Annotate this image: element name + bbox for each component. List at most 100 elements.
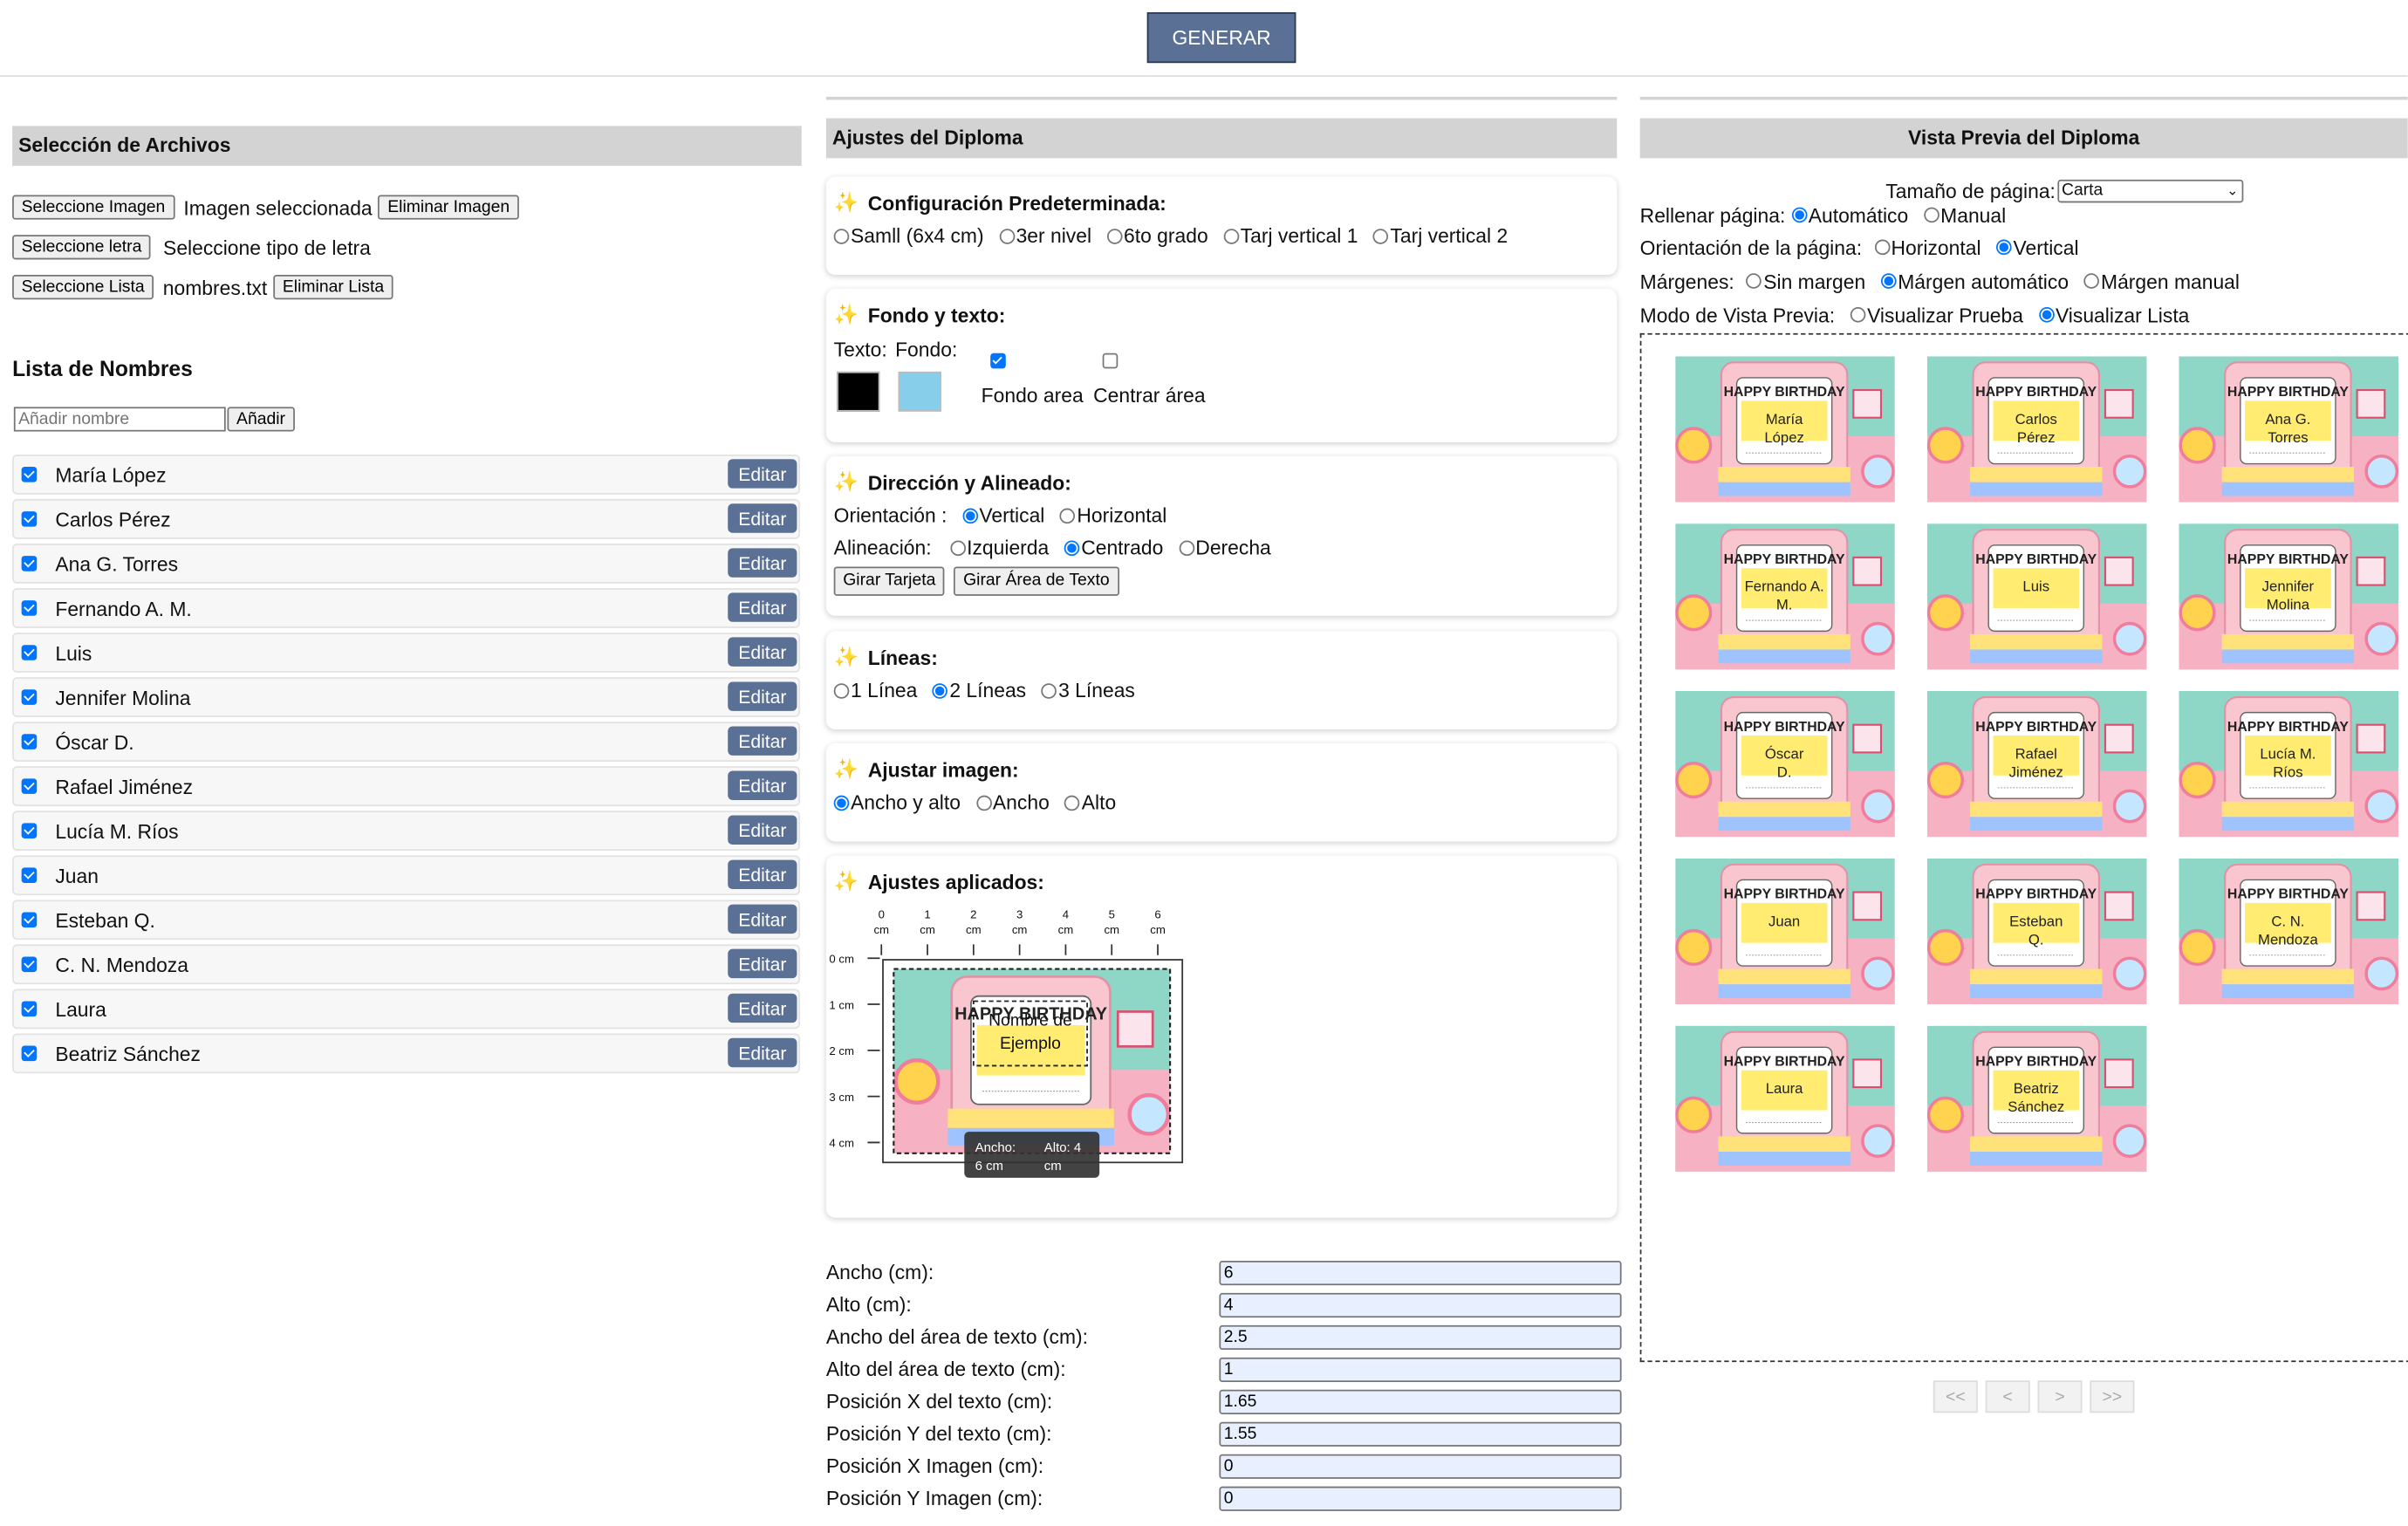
pager-button[interactable]: >> xyxy=(2090,1380,2135,1413)
field-input[interactable] xyxy=(1219,1420,1622,1447)
fit-radio-3[interactable]: Alto xyxy=(1064,790,1116,814)
remove-list-button[interactable]: Eliminar Lista xyxy=(273,275,393,300)
name-checkbox[interactable] xyxy=(21,734,38,749)
select-font-button[interactable]: Seleccione letra xyxy=(12,235,151,260)
pager-button[interactable]: << xyxy=(1933,1380,1978,1413)
gift-icon xyxy=(1852,1058,1883,1089)
name-checkbox[interactable] xyxy=(21,912,38,928)
select-list-button[interactable]: Seleccione Lista xyxy=(12,275,154,300)
margin-auto-radio[interactable]: Márgen automático xyxy=(1880,270,2069,292)
cake-band-blue xyxy=(1970,649,2103,664)
preview-card-image: HAPPY BIRTHDAY Rafael Jiménez xyxy=(1926,691,2147,838)
cake-band-yellow xyxy=(1970,467,2103,482)
mode-list-radio[interactable]: Visualizar Lista xyxy=(2038,304,2189,326)
orientation-horizontal-radio[interactable]: Horizontal xyxy=(1060,503,1166,527)
align-right-radio[interactable]: Derecha xyxy=(1178,536,1271,559)
fill-auto-radio[interactable]: Automático xyxy=(1791,203,1908,227)
bg-color-picker[interactable] xyxy=(898,371,941,412)
page-horizontal-radio[interactable]: Horizontal xyxy=(1874,236,1981,259)
field-input[interactable] xyxy=(1219,1388,1622,1414)
edit-name-button[interactable]: Editar xyxy=(728,637,797,667)
page-vertical-radio[interactable]: Vertical xyxy=(1996,236,2079,259)
card-header: HAPPY BIRTHDAY xyxy=(1724,552,1845,567)
preset-radio-5[interactable]: Tarj vertical 2 xyxy=(1373,224,1508,247)
generate-button[interactable]: GENERAR xyxy=(1146,12,1296,64)
align-left-radio[interactable]: Izquierda xyxy=(949,536,1049,559)
preset-radio-3[interactable]: 6to grado xyxy=(1106,224,1208,247)
cake-band-blue xyxy=(1718,1152,1850,1166)
field-input[interactable] xyxy=(1219,1292,1622,1317)
name-checkbox[interactable] xyxy=(21,467,38,482)
field-input[interactable] xyxy=(1219,1260,1622,1285)
name-checkbox[interactable] xyxy=(21,867,38,883)
preset-radio-4[interactable]: Tarj vertical 1 xyxy=(1223,224,1358,247)
edit-name-button[interactable]: Editar xyxy=(728,503,797,533)
field-input[interactable] xyxy=(1219,1485,1622,1510)
mode-test-radio[interactable]: Visualizar Prueba xyxy=(1850,304,2023,326)
name-checkbox[interactable] xyxy=(21,1045,38,1062)
fill-area-checkbox[interactable] xyxy=(990,352,1006,369)
rotate-text-area-button[interactable]: Girar Área de Texto xyxy=(954,565,1119,595)
remove-image-button[interactable]: Eliminar Imagen xyxy=(378,195,519,220)
name-checkbox[interactable] xyxy=(21,956,38,973)
lollipop-right-icon xyxy=(1127,1092,1171,1136)
edit-name-button[interactable]: Editar xyxy=(728,770,797,800)
center-area-checkbox[interactable] xyxy=(1102,352,1118,369)
edit-name-button[interactable]: Editar xyxy=(728,1037,797,1068)
add-name-button[interactable]: Añadir xyxy=(227,407,295,432)
name-checkbox[interactable] xyxy=(21,600,38,616)
edit-name-button[interactable]: Editar xyxy=(728,815,797,845)
field-input[interactable] xyxy=(1219,1324,1622,1350)
preset-radio-2[interactable]: 3er nivel xyxy=(999,224,1091,247)
fit-radio-1[interactable]: Ancho y alto xyxy=(833,790,961,814)
edit-name-button[interactable]: Editar xyxy=(728,859,797,890)
text-color-picker[interactable] xyxy=(837,371,880,412)
margin-manual-radio[interactable]: Márgen manual xyxy=(2083,270,2240,292)
preview-name-line2: Sánchez xyxy=(2008,1098,2064,1115)
edit-name-button[interactable]: Editar xyxy=(728,726,797,756)
orientation-vertical-radio[interactable]: Vertical xyxy=(961,503,1044,527)
fit-radio-2[interactable]: Ancho xyxy=(975,790,1050,814)
edit-name-button[interactable]: Editar xyxy=(728,592,797,622)
page-orientation-label: Orientación de la página: xyxy=(1639,236,1863,259)
lines-radio-1[interactable]: 1 Línea xyxy=(833,679,917,701)
align-center-radio[interactable]: Centrado xyxy=(1064,536,1163,559)
add-name-input[interactable] xyxy=(13,407,226,432)
card-ruler-preview: 0 cm 1 cm 2 cm 3 cm 4 cm 5 cm 6 cm 0 cm 1 cm 2 cm 3 cm 4 … xyxy=(829,907,1184,1178)
ruler-x-label: 0 xyxy=(879,907,885,920)
edit-name-button[interactable]: Editar xyxy=(728,948,797,979)
name-checkbox[interactable] xyxy=(21,1001,38,1017)
edit-name-button[interactable]: Editar xyxy=(728,993,797,1023)
cake-band-blue xyxy=(2221,984,2355,998)
ruler-x-unit: cm xyxy=(1012,923,1028,936)
field-input[interactable] xyxy=(1219,1453,1622,1478)
pager-button[interactable]: > xyxy=(2037,1380,2083,1413)
edit-name-button[interactable]: Editar xyxy=(728,459,797,489)
name-checkbox[interactable] xyxy=(21,689,38,705)
rotate-card-button[interactable]: Girar Tarjeta xyxy=(833,565,945,595)
select-image-button[interactable]: Seleccione Imagen xyxy=(12,195,174,220)
field-input[interactable] xyxy=(1219,1356,1622,1382)
name-checkbox[interactable] xyxy=(21,823,38,838)
margin-none-radio[interactable]: Sin margen xyxy=(1746,270,1865,292)
edit-name-button[interactable]: Editar xyxy=(728,548,797,578)
preview-name-line1: Carlos xyxy=(2015,411,2057,428)
edit-name-button[interactable]: Editar xyxy=(728,681,797,711)
preset-radio-1[interactable]: Samll (6x4 cm) xyxy=(833,224,984,247)
center-area-label: Centrar área xyxy=(1093,384,1206,407)
name-checkbox[interactable] xyxy=(21,778,38,794)
edit-name-button[interactable]: Editar xyxy=(728,904,797,934)
name-checkbox[interactable] xyxy=(21,556,38,571)
lines-radio-3[interactable]: 3 Líneas xyxy=(1041,679,1135,701)
preview-card: HAPPY BIRTHDAY Esteban Q. xyxy=(1926,858,2147,1005)
list-item: Juan Editar xyxy=(12,855,800,896)
pager-button[interactable]: < xyxy=(1985,1380,2030,1413)
gift-icon xyxy=(2356,556,2386,586)
name-checkbox[interactable] xyxy=(21,645,38,660)
fill-manual-radio[interactable]: Manual xyxy=(1923,203,2006,227)
lines-card: ✨ Líneas: 1 Línea 2 Líneas 3 Líneas xyxy=(825,631,1618,729)
lines-radio-2[interactable]: 2 Líneas xyxy=(932,679,1026,701)
field-row: Alto (cm): xyxy=(826,1289,1622,1321)
page-size-select[interactable]: Carta ⌄ xyxy=(2056,179,2243,202)
name-checkbox[interactable] xyxy=(21,511,38,527)
